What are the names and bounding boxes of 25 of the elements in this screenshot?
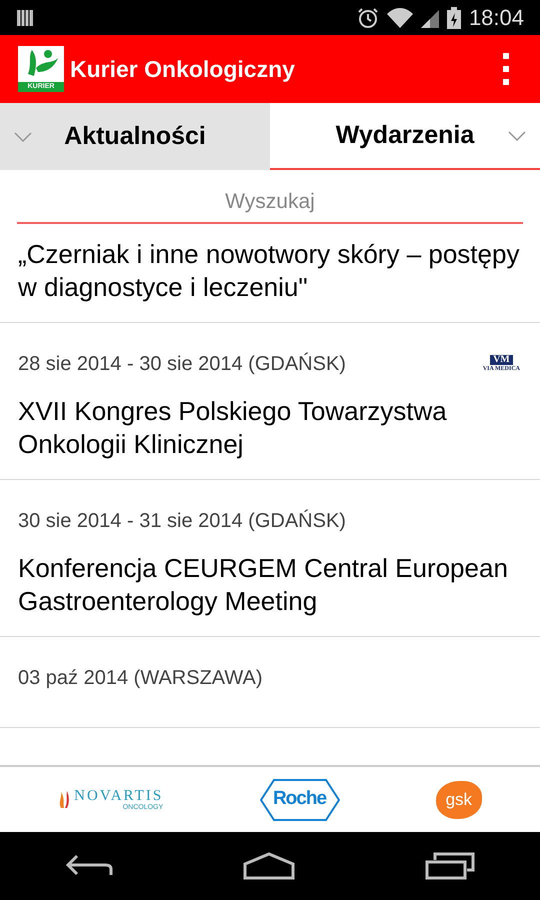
battery-icon bbox=[446, 6, 461, 28]
chevron-down-icon bbox=[508, 130, 526, 140]
event-title: „Czerniak i inne nowotwory skóry – postępy w diagnostyce i leczeniu" bbox=[18, 238, 520, 304]
event-item[interactable]: „Czerniak i inne nowotwory skóry – postępy w diagnostyce i leczeniu" bbox=[0, 224, 540, 322]
signal-icon bbox=[420, 8, 439, 28]
event-title: XVII Kongres Polskiego Towarzystwa Onkologii Klinicznej bbox=[18, 394, 448, 460]
roche-logo: Roche bbox=[260, 778, 340, 820]
chevron-down-icon bbox=[14, 132, 32, 142]
event-date: 03 paź 2014 (WARSZAWA) bbox=[18, 666, 263, 690]
notification-icon bbox=[16, 8, 34, 26]
event-title: Konferencja CEURGEM Central European Gastroenterology Meeting bbox=[18, 552, 509, 618]
app-title: Kurier Onkologiczny bbox=[70, 54, 296, 84]
event-date: 28 sie 2014 - 30 sie 2014 (GDAŃSK) bbox=[18, 352, 346, 376]
recent-apps-icon[interactable] bbox=[425, 852, 475, 880]
gsk-logo: gsk bbox=[436, 780, 482, 818]
wifi-icon bbox=[386, 8, 413, 28]
clock-time: 18:04 bbox=[468, 4, 524, 32]
event-item[interactable]: 30 sie 2014 - 31 sie 2014 (GDAŃSK) Konferencja CEURGEM Central European Gastroenterology Meeting bbox=[0, 480, 540, 636]
alarm-icon bbox=[356, 6, 379, 28]
event-date: 30 sie 2014 - 31 sie 2014 (GDAŃSK) bbox=[18, 508, 346, 534]
home-icon[interactable] bbox=[243, 852, 295, 880]
search-field[interactable]: Wyszukaj bbox=[17, 186, 523, 224]
event-item[interactable]: 03 paź 2014 (WARSZAWA) bbox=[0, 636, 540, 728]
tab[interactable]: Aktualności bbox=[0, 103, 270, 170]
overflow-menu-button[interactable] bbox=[500, 53, 512, 85]
